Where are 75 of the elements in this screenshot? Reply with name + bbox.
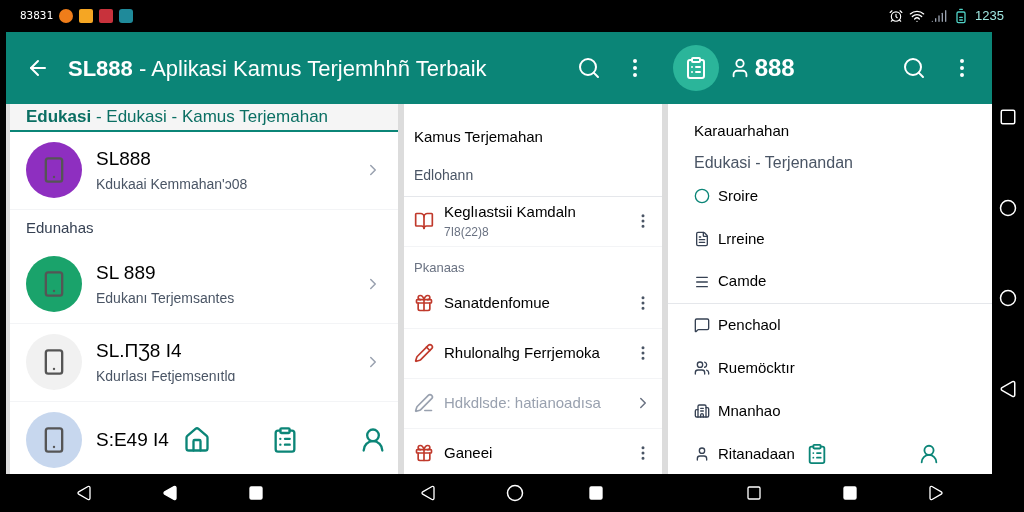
app-name: S:E49 I4	[96, 427, 169, 452]
menu-item[interactable]: Ruemöcktır	[718, 356, 795, 380]
item-icon	[414, 343, 434, 363]
wifi-icon	[909, 8, 926, 24]
app-description: Edukanı Terjemsantes	[96, 288, 235, 308]
menu-item[interactable]: Mnanhao	[718, 399, 781, 423]
search-icon[interactable]	[902, 56, 926, 80]
panel-subtitle: Edlohann	[414, 165, 475, 185]
app-list-item[interactable]: SL 889 Edukanı Terjemsantes	[10, 245, 398, 324]
section-header: Pkanaas	[414, 259, 465, 275]
menu-item[interactable]: Camde	[718, 270, 767, 293]
signal-icon	[931, 8, 948, 24]
app-list-item[interactable]: SL888 Kdukaai Kemmahan'ɔ08	[10, 131, 398, 210]
item-title: Ganeei	[444, 442, 493, 463]
notification-icon	[119, 9, 134, 23]
menu-item-icon	[694, 188, 710, 204]
home-icon[interactable]	[999, 289, 1017, 308]
panel-title: Kamus Terjemahan	[414, 127, 544, 147]
list-item[interactable]: Sanatdenfomue	[404, 278, 662, 329]
item-title: Rhulonalhg Ferrjemoka	[444, 342, 600, 363]
notification-icon	[79, 9, 94, 23]
recent-apps-icon[interactable]	[588, 485, 604, 501]
profile-icon[interactable]	[918, 443, 940, 465]
item-subtitle: 7I8(22)8	[444, 224, 490, 242]
item-title: Keglıastsii Kamdaln	[444, 201, 576, 222]
list-item[interactable]: Ganeei	[404, 428, 662, 474]
recent-apps-icon[interactable]	[999, 108, 1017, 127]
app-name: SL.ΠƷ8 I4	[96, 339, 183, 364]
menu-item-icon	[694, 231, 710, 247]
app-bar-label: 888	[754, 53, 795, 83]
menu-item[interactable]: Sroire	[718, 184, 758, 208]
recent-apps-icon[interactable]	[842, 485, 858, 501]
menu-item[interactable]: Ritanadaan	[718, 442, 795, 466]
item-icon	[414, 211, 434, 231]
menu-item-icon	[694, 317, 710, 333]
app-list-item[interactable]: SL.ΠƷ8 I4 Kdurlası Fetjemsenıtlɑ	[10, 323, 398, 402]
status-time: 1235	[975, 7, 1004, 26]
menu-item-icon	[694, 360, 710, 376]
notification-icon	[99, 9, 114, 23]
item-icon	[414, 293, 434, 313]
back-icon[interactable]	[162, 485, 178, 501]
menu-item[interactable]: Penchaol	[718, 313, 781, 337]
item-title: Sanatdenfomue	[444, 292, 550, 313]
app-description: Kdukaai Kemmahan'ɔ08	[96, 174, 248, 194]
app-description: Kdurlası Fetjemsenıtlɑ	[96, 366, 236, 386]
app-list-item[interactable]: S:E49 I4	[10, 401, 398, 474]
recent-apps-icon[interactable]	[248, 485, 264, 501]
clipboard-icon[interactable]	[806, 443, 828, 465]
panel-title: Karauarhahan	[694, 121, 791, 141]
forward-icon[interactable]	[928, 485, 944, 501]
home-icon[interactable]	[999, 198, 1017, 217]
status-carrier: 83831	[20, 7, 54, 24]
app-title: SL888 - Aplikasi Kamus Terjemhhñ Terbaik	[68, 54, 487, 83]
app-name: SL 889	[96, 261, 157, 286]
alarm-icon	[889, 9, 904, 23]
item-icon	[414, 393, 434, 413]
menu-item-icon	[694, 446, 710, 462]
category-tab[interactable]: Edukasi - Edukasi - Kamus Terjemahan	[10, 104, 398, 132]
back-icon[interactable]	[420, 485, 436, 501]
home-icon[interactable]	[506, 484, 524, 502]
app-logo-icon	[672, 45, 719, 91]
recent-apps-icon[interactable]	[746, 485, 762, 501]
back-icon[interactable]	[999, 379, 1017, 398]
menu-item[interactable]: Lrreine	[718, 227, 765, 251]
app-name: SL888	[96, 147, 152, 172]
section-header: Edunahas	[26, 218, 94, 236]
item-title: Hdkdlsde: hatianoadısa	[444, 392, 601, 413]
item-icon	[414, 443, 434, 463]
list-item[interactable]: Keglıastsii Kamdaln 7I8(22)8	[404, 196, 662, 247]
back-icon[interactable]	[76, 485, 92, 501]
panel-subtitle: Edukasi - Terjenandan	[694, 152, 854, 173]
list-item[interactable]: Rhulonalhg Ferrjemoka	[404, 328, 662, 379]
notification-icon	[59, 9, 74, 23]
search-icon[interactable]	[576, 56, 601, 80]
menu-item-icon	[694, 403, 710, 419]
